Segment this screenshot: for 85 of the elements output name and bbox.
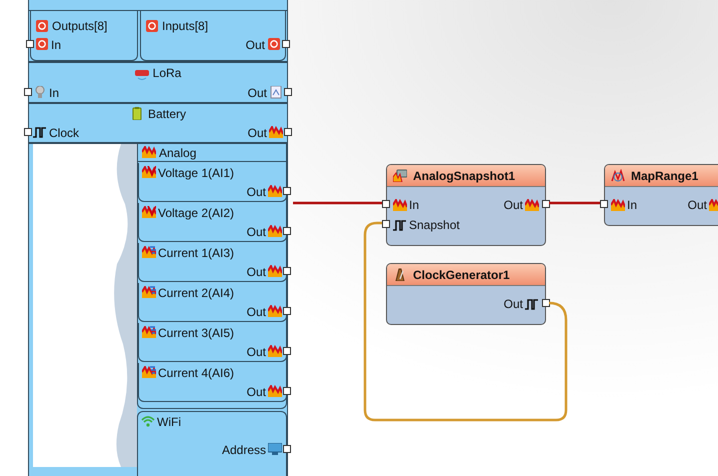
pin-connector[interactable]	[24, 128, 32, 136]
current-icon	[142, 366, 156, 379]
wave-icon	[393, 198, 407, 212]
ring-icon	[35, 38, 49, 51]
pin-label: Out	[246, 344, 266, 358]
channel-name: Voltage 2(AI2)	[158, 206, 234, 220]
voltage-icon	[142, 166, 156, 179]
pin-connector[interactable]	[283, 387, 291, 395]
pin-connector[interactable]	[284, 88, 292, 96]
pin-label: Out	[246, 38, 265, 52]
channel-name: Current 2(AI4)	[158, 286, 234, 300]
pin-label: Out	[248, 86, 267, 100]
pin-label: In	[627, 198, 638, 212]
pin-connector[interactable]	[283, 307, 291, 315]
pin-label: Out	[504, 198, 523, 212]
document-icon	[269, 86, 283, 99]
wave-icon	[268, 185, 282, 198]
current-icon	[142, 326, 156, 339]
node-title: MapRange1	[631, 168, 698, 182]
pulse-icon	[393, 218, 407, 232]
pin-connector[interactable]	[600, 200, 608, 208]
pin-connector[interactable]	[26, 40, 34, 48]
pin-connector[interactable]	[282, 40, 290, 48]
pin-label: Out	[248, 126, 267, 140]
pin-connector[interactable]	[542, 200, 550, 208]
channel-name: Voltage 1(AI1)	[158, 166, 234, 180]
wave-icon	[142, 146, 156, 159]
group-title: WiFi	[157, 414, 181, 428]
wave-icon	[268, 265, 282, 278]
wifi-icon	[141, 415, 155, 428]
camera-icon	[393, 169, 407, 182]
pin-connector[interactable]	[283, 445, 291, 453]
channel-name: Current 1(AI3)	[158, 246, 234, 260]
wave-icon	[268, 225, 282, 238]
pulse-icon	[33, 126, 47, 139]
section-title: Battery	[148, 106, 186, 120]
pin-connector[interactable]	[283, 187, 291, 195]
wave-icon	[268, 305, 282, 318]
section-title: LoRa	[152, 66, 182, 80]
chart-icon	[611, 169, 625, 182]
ring-icon	[267, 38, 281, 51]
pin-connector[interactable]	[382, 220, 390, 228]
pin-label: Clock	[49, 126, 80, 140]
group-title: Outputs[8]	[52, 19, 108, 33]
wave-icon	[268, 345, 282, 358]
pin-label: Out	[246, 384, 266, 398]
pin-connector[interactable]	[283, 267, 291, 275]
pin-label: Address	[222, 442, 266, 456]
pin-label: Out	[246, 264, 266, 278]
pin-label: In	[49, 86, 60, 100]
wave-icon	[525, 198, 539, 212]
channel-name: Current 4(AI6)	[158, 366, 234, 380]
battery-icon	[130, 107, 144, 120]
metronome-icon	[393, 268, 407, 281]
channel-name: Current 3(AI5)	[158, 326, 234, 340]
wire	[549, 202, 600, 204]
pin-connector[interactable]	[283, 347, 291, 355]
wave-icon	[268, 385, 282, 398]
pulse-icon	[525, 298, 539, 310]
current-icon	[142, 246, 156, 259]
pin-connector[interactable]	[24, 88, 32, 96]
group-title: Inputs[8]	[162, 19, 208, 33]
current-icon	[142, 286, 156, 299]
bulb-icon	[33, 86, 47, 99]
group-title: Analog	[159, 146, 196, 160]
pin-connector[interactable]	[284, 128, 292, 136]
pin-connector[interactable]	[382, 200, 390, 208]
pin-label: Out	[504, 297, 523, 311]
pin-label: Out	[246, 224, 266, 238]
wave-icon	[611, 198, 625, 212]
ring-icon	[35, 20, 49, 32]
voltage-icon	[142, 206, 156, 219]
monitor-icon	[268, 443, 282, 456]
pin-label: Out	[246, 304, 266, 318]
pin-label: Out	[246, 184, 266, 198]
pin-label: Snapshot	[409, 218, 460, 232]
ring-icon	[145, 20, 159, 32]
pin-label: In	[409, 198, 420, 212]
node-title: AnalogSnapshot1	[413, 168, 516, 182]
pin-connector[interactable]	[542, 299, 550, 307]
pin-label: In	[51, 38, 62, 52]
pin-connector[interactable]	[283, 227, 291, 235]
pin-label: Out	[688, 198, 707, 212]
node-title: ClockGenerator1	[413, 268, 510, 282]
wave-icon	[269, 126, 283, 139]
